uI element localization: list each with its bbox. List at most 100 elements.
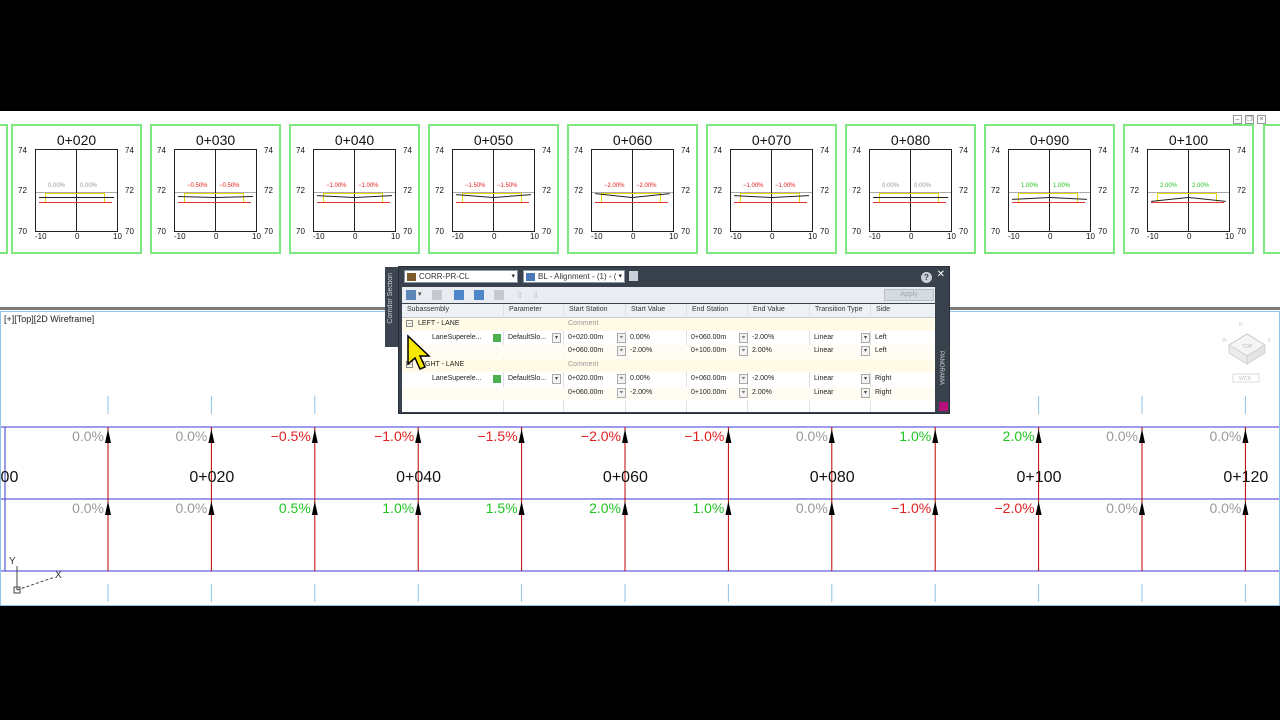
start-station-cell[interactable]: 0+020.00m	[568, 375, 603, 382]
region-row[interactable]: LaneSuperele... DefaultSlo... ▾ 0+020.00m ⌖ 0…	[402, 373, 935, 386]
start-station-cell[interactable]: 0+060.00m	[568, 347, 603, 354]
centerline	[771, 150, 772, 231]
end-value-cell[interactable]: -2.00%	[752, 334, 774, 341]
close-button[interactable]: ✕	[937, 269, 945, 280]
panorama-label: PANORAMA	[938, 351, 944, 385]
section-panel[interactable]: 0+100 2.00% 2.00% 74 72 70 74 72 70 -10 0 10	[1123, 124, 1254, 254]
chevron-down-icon[interactable]: ▾	[861, 346, 870, 357]
insert-row-icon[interactable]	[406, 290, 416, 300]
start-station-cell[interactable]: 0+020.00m	[568, 334, 603, 341]
section-panel[interactable]: 0+080 0.00% 0.00% 74 72 70 74 72 70 -10 0 10	[845, 124, 976, 254]
end-station-cell[interactable]: 0+060.00m	[691, 375, 726, 382]
section-panel[interactable]: 0+090 1.00% 1.00% 74 72 70 74 72 70 -10 0 10	[984, 124, 1115, 254]
region-row[interactable]: 0+060.00m ⌖ -2.00% 0+100.00m ⌖ 2.00% Linear ▾ Le…	[402, 345, 935, 359]
parameter-cell[interactable]: DefaultSlo...	[508, 375, 546, 382]
panorama-side-bar[interactable]: PANORAMA	[937, 281, 949, 413]
x-axis-mid: 0	[1048, 232, 1053, 241]
collapse-icon[interactable]: −	[406, 320, 413, 328]
y-axis-top-right: 74	[125, 146, 134, 155]
pick-station-icon[interactable]: ⌖	[739, 346, 748, 357]
minimize-icon[interactable]: –	[1233, 115, 1242, 124]
column-header[interactable]: Start Value	[631, 306, 665, 313]
column-header[interactable]: Transition Type	[815, 306, 862, 313]
group-row[interactable]: − LEFT - LANE Comment	[402, 318, 935, 331]
lower-slope-label: 1.0%	[692, 500, 724, 516]
column-header[interactable]: Start Station	[569, 306, 608, 313]
section-panel[interactable]: 0+070 −1.00% −1.00% 74 72 70 74 72 70 -10 0 10	[706, 124, 837, 254]
transition-type-cell[interactable]: Linear	[814, 375, 833, 382]
import-icon[interactable]	[454, 290, 464, 300]
section-panel[interactable]: 0+060 −2.00% −2.00% 74 72 70 74 72 70 -10 0 10	[567, 124, 698, 254]
group-row[interactable]: − RIGHT - LANE Comment	[402, 359, 935, 373]
end-station-cell[interactable]: 0+100.00m	[691, 347, 726, 354]
right-slope-label: −0.50%	[219, 183, 240, 189]
end-station-cell[interactable]: 0+060.00m	[691, 334, 726, 341]
start-value-cell[interactable]: 0.00%	[630, 334, 650, 341]
start-value-cell[interactable]: -2.00%	[630, 389, 652, 396]
chevron-down-icon[interactable]: ▾	[552, 373, 561, 384]
lower-slope-label: 0.0%	[175, 500, 207, 516]
corridor-dropdown[interactable]: CORR-PR-CL ▾	[404, 270, 518, 283]
column-header[interactable]: End Station	[692, 306, 728, 313]
end-station-cell[interactable]: 0+100.00m	[691, 389, 726, 396]
navcube-icon[interactable]: TOP W E N WCS	[1219, 320, 1275, 390]
chevron-down-icon[interactable]: ▾	[861, 332, 870, 343]
station-arrow-lower	[415, 501, 422, 515]
column-header[interactable]: Subassembly	[407, 306, 449, 313]
pick-station-icon[interactable]: ⌖	[739, 387, 748, 398]
help-button[interactable]: ?	[921, 272, 932, 283]
pick-station-icon[interactable]: ⌖	[617, 332, 626, 343]
chevron-down-icon[interactable]: ▾	[861, 373, 870, 384]
chevron-down-icon[interactable]: ▾	[861, 387, 870, 398]
pick-station-icon[interactable]: ⌖	[617, 373, 626, 384]
lower-slope-label: 1.0%	[382, 500, 414, 516]
start-value-cell[interactable]: 0.00%	[630, 375, 650, 382]
parameter-cell[interactable]: DefaultSlo...	[508, 334, 546, 341]
start-station-cell[interactable]: 0+060.00m	[568, 389, 603, 396]
lower-slope-label: 0.0%	[1106, 500, 1138, 516]
pick-baseline-icon[interactable]	[629, 271, 638, 281]
station-label: 0+040	[396, 469, 441, 486]
end-value-cell[interactable]: 2.00%	[752, 389, 772, 396]
baseline-dropdown[interactable]: BL - Alignment - (1) - ( ▾	[523, 270, 625, 283]
chevron-down-icon[interactable]: ▾	[552, 332, 561, 343]
delete-row-icon[interactable]	[432, 290, 442, 300]
pick-station-icon[interactable]: ⌖	[617, 346, 626, 357]
pick-station-icon[interactable]: ⌖	[739, 332, 748, 343]
comment-cell[interactable]: Comment	[568, 361, 598, 368]
x-axis-right: 10	[113, 232, 122, 241]
section-panel[interactable]: 0+020 0.00% 0.00% 74 72 70 74 72 70 -10 0 10	[11, 124, 142, 254]
move-up-icon[interactable]: ⇧	[516, 290, 526, 300]
region-row[interactable]: 0+060.00m ⌖ -2.00% 0+100.00m ⌖ 2.00% Linear ▾ Ri…	[402, 386, 935, 400]
close-icon[interactable]: ×	[1257, 115, 1266, 124]
station-arrow-lower	[105, 501, 111, 515]
transition-type-cell[interactable]: Linear	[814, 347, 833, 354]
section-panel[interactable]: 0+050 −1.50% −1.50% 74 72 70 74 72 70 -10 0 10	[428, 124, 559, 254]
pick-station-icon[interactable]: ⌖	[617, 387, 626, 398]
section-panel[interactable]: 0+030 −0.50% −0.50% 74 72 70 74 72 70 -10 0 10	[150, 124, 281, 254]
grid-header: Subassembly Parameter Start Station Start V…	[402, 304, 935, 318]
remove-icon[interactable]	[494, 290, 504, 300]
end-value-cell[interactable]: -2.00%	[752, 375, 774, 382]
start-value-cell[interactable]: -2.00%	[630, 347, 652, 354]
transition-type-cell[interactable]: Linear	[814, 334, 833, 341]
centerline	[493, 150, 494, 231]
transition-type-cell[interactable]: Linear	[814, 389, 833, 396]
section-panel[interactable]: 0+040 −1.00% −1.00% 74 72 70 74 72 70 -10 0 10	[289, 124, 420, 254]
restore-icon[interactable]: ❐	[1245, 115, 1254, 124]
export-icon[interactable]	[474, 290, 484, 300]
chevron-down-icon[interactable]: ▾	[418, 290, 428, 300]
lane-line-left	[873, 197, 910, 198]
section-frame: −1.00% −1.00%	[730, 149, 813, 232]
end-value-cell[interactable]: 2.00%	[752, 347, 772, 354]
column-header[interactable]: Side	[876, 306, 890, 313]
comment-cell[interactable]: Comment	[568, 320, 598, 327]
move-down-icon[interactable]: ⇩	[532, 290, 542, 300]
tool-palette-tab[interactable]: Corridor Section	[385, 267, 399, 347]
column-header[interactable]: End Value	[753, 306, 785, 313]
window-controls[interactable]: – ❐ ×	[1233, 115, 1266, 124]
column-header[interactable]: Parameter	[509, 306, 542, 313]
region-row[interactable]: LaneSuperele... DefaultSlo... ▾ 0+020.00m ⌖ 0…	[402, 332, 935, 345]
pick-station-icon[interactable]: ⌖	[739, 373, 748, 384]
apply-button[interactable]: Apply	[884, 289, 934, 301]
